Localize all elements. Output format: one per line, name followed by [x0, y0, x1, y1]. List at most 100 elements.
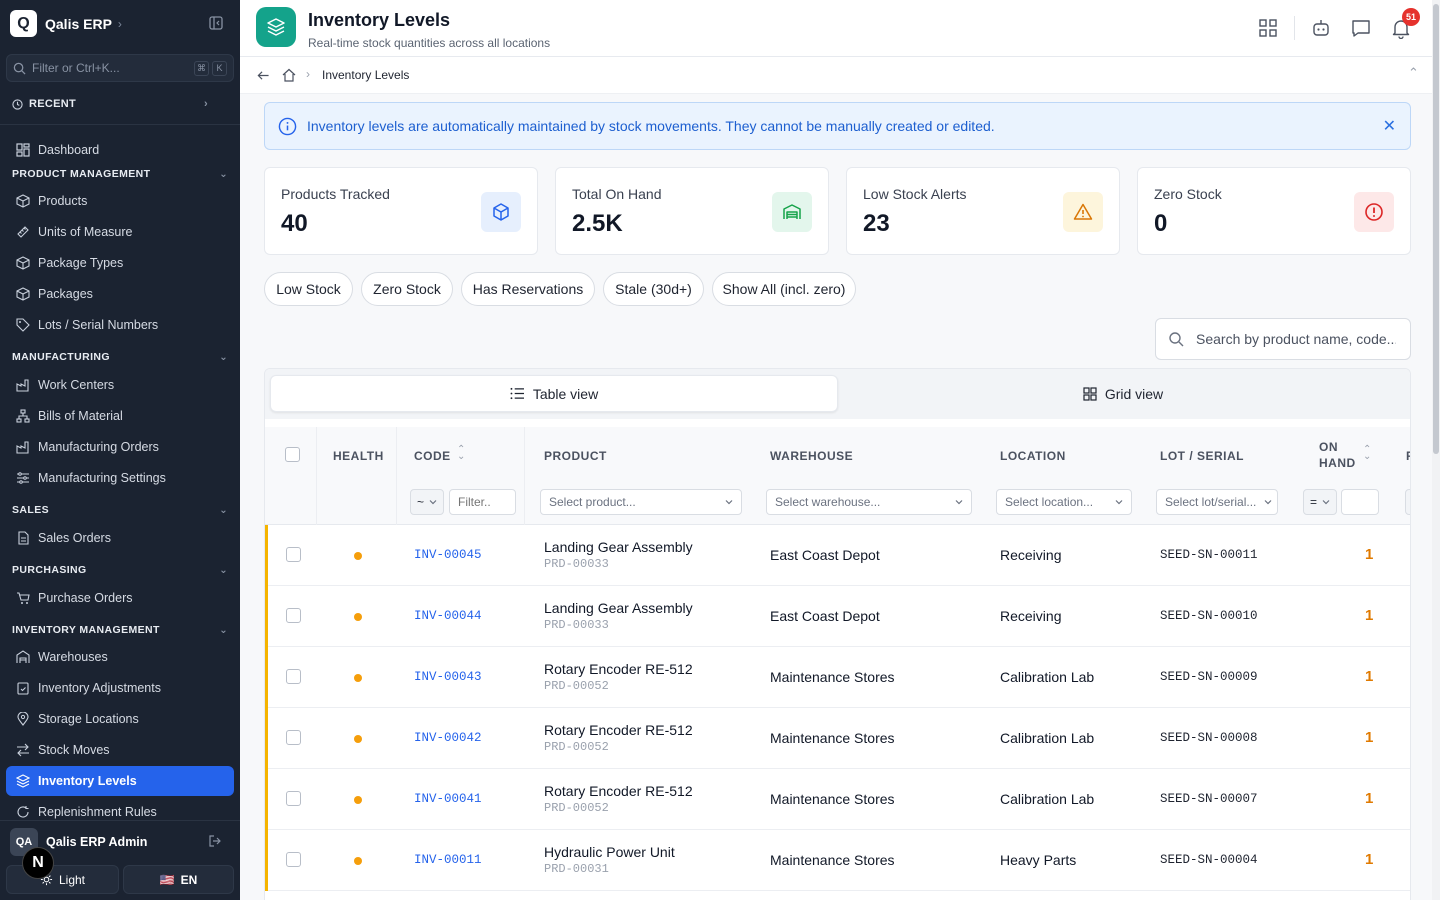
sidebar-item-storage-locations[interactable]: Storage Locations	[6, 704, 234, 734]
table-row[interactable]: INV-00044 Landing Gear Assembly PRD-0003…	[265, 586, 1410, 647]
row-status-bar	[265, 586, 268, 647]
language-label: EN	[180, 872, 198, 887]
product-filter-select[interactable]: Select product...	[540, 489, 742, 515]
sidebar-item-units-of-measure[interactable]: Units of Measure	[6, 217, 234, 247]
sidebar-item-products[interactable]: Products	[6, 186, 234, 216]
filter-low-stock[interactable]: Low Stock	[264, 272, 353, 306]
qty-filter-input[interactable]	[1341, 489, 1379, 515]
column-code[interactable]: CODE	[414, 449, 451, 463]
table-row[interactable]: INV-00042 Rotary Encoder RE-512 PRD-0005…	[265, 708, 1410, 769]
warehouse-cell: Maintenance Stores	[770, 852, 895, 868]
row-checkbox[interactable]	[286, 608, 301, 623]
page-scrollbar[interactable]	[1432, 0, 1440, 900]
brand-logo: Q	[10, 10, 37, 37]
sidebar-item-inventory-adjustments[interactable]: Inventory Adjustments	[6, 673, 234, 703]
row-checkbox[interactable]	[286, 669, 301, 684]
column-on-hand-line2[interactable]: HAND	[1319, 456, 1356, 470]
lot-filter-select[interactable]: Select lot/serial...	[1156, 489, 1278, 515]
sidebar-search-input[interactable]: Filter or Ctrl+K... ⌘ K	[6, 54, 234, 82]
code-filter-operator[interactable]: ~	[410, 489, 444, 515]
back-arrow-icon[interactable]	[256, 69, 270, 82]
chat-icon[interactable]	[1350, 17, 1372, 39]
chevron-up-icon[interactable]: ⌃	[1408, 65, 1419, 81]
close-icon[interactable]: ✕	[1383, 116, 1396, 136]
sidebar-item-inventory-levels[interactable]: Inventory Levels	[6, 766, 234, 796]
chevron-down-icon	[1264, 500, 1272, 505]
section-sales[interactable]: SALES ⌄	[12, 504, 228, 516]
sidebar-item-dashboard[interactable]: Dashboard	[6, 135, 234, 165]
section-inventory-management[interactable]: INVENTORY MANAGEMENT ⌄	[12, 624, 228, 636]
code-filter-input[interactable]	[449, 489, 516, 515]
row-status-bar	[265, 647, 268, 708]
next-filter-operator[interactable]	[1405, 489, 1410, 515]
tab-grid-view[interactable]: Grid view	[839, 375, 1407, 412]
sort-icon[interactable]: ⌃ ⌄	[457, 445, 466, 462]
row-checkbox[interactable]	[286, 547, 301, 562]
bot-icon[interactable]	[1310, 17, 1332, 39]
row-code-link[interactable]: INV-00044	[414, 609, 482, 623]
sidebar-item-lots-serial[interactable]: Lots / Serial Numbers	[6, 310, 234, 340]
brand[interactable]: Q Qalis ERP ›	[10, 10, 122, 37]
row-code-link[interactable]: INV-00041	[414, 792, 482, 806]
sidebar-item-label: Purchase Orders	[38, 591, 133, 605]
row-code-link[interactable]: INV-00045	[414, 548, 482, 562]
filter-has-reservations[interactable]: Has Reservations	[461, 272, 595, 306]
row-checkbox[interactable]	[286, 730, 301, 745]
sidebar-item-label: Packages	[38, 287, 93, 301]
table-row[interactable]: INV-00041 Rotary Encoder RE-512 PRD-0005…	[265, 769, 1410, 830]
table-row[interactable]: INV-00045 Landing Gear Assembly PRD-0003…	[265, 525, 1410, 586]
row-checkbox[interactable]	[286, 852, 301, 867]
apps-grid-icon[interactable]	[1257, 17, 1279, 39]
table-row[interactable]: INV-00043 Rotary Encoder RE-512 PRD-0005…	[265, 647, 1410, 708]
select-placeholder: Select location...	[1005, 495, 1094, 509]
search-input[interactable]	[1196, 331, 1396, 347]
location-filter-select[interactable]: Select location...	[996, 489, 1132, 515]
sidebar-item-purchase-orders[interactable]: Purchase Orders	[6, 583, 234, 613]
section-purchasing[interactable]: PURCHASING ⌄	[12, 564, 228, 576]
section-product-management[interactable]: PRODUCT MANAGEMENT ⌄	[12, 168, 228, 180]
sidebar-item-warehouses[interactable]: Warehouses	[6, 642, 234, 672]
sidebar-item-manufacturing-settings[interactable]: Manufacturing Settings	[6, 463, 234, 493]
stat-label: Products Tracked	[281, 186, 390, 202]
scrollbar-thumb[interactable]	[1433, 4, 1439, 454]
lot-serial-cell: SEED-SN-00011	[1160, 548, 1258, 562]
language-select[interactable]: 🇺🇸 EN	[123, 865, 234, 894]
recent-label: RECENT	[29, 98, 77, 110]
sidebar-collapse-icon[interactable]	[208, 15, 224, 31]
filter-show-all[interactable]: Show All (incl. zero)	[712, 272, 856, 306]
row-code-link[interactable]: INV-00043	[414, 670, 482, 684]
warning-icon	[1063, 192, 1103, 232]
section-manufacturing[interactable]: MANUFACTURING ⌄	[12, 351, 228, 363]
section-label: SALES	[12, 504, 50, 516]
row-status-bar	[265, 830, 268, 891]
column-divider	[524, 427, 525, 525]
table-search[interactable]	[1155, 318, 1411, 360]
tab-table-view[interactable]: Table view	[270, 375, 838, 412]
filter-stale[interactable]: Stale (30d+)	[603, 272, 704, 306]
sidebar-item-packages[interactable]: Packages	[6, 279, 234, 309]
home-icon[interactable]	[282, 68, 296, 82]
sidebar-item-package-types[interactable]: Package Types	[6, 248, 234, 278]
select-all-checkbox[interactable]	[285, 447, 300, 462]
sidebar-item-sales-orders[interactable]: Sales Orders	[6, 523, 234, 553]
sort-icon[interactable]: ⌃ ⌄	[1363, 445, 1372, 462]
logout-icon[interactable]	[208, 834, 222, 848]
row-code-link[interactable]: INV-00042	[414, 731, 482, 745]
product-code: PRD-00031	[544, 862, 609, 876]
next-dev-badge[interactable]: N	[22, 847, 54, 879]
row-code-link[interactable]: INV-00011	[414, 853, 482, 867]
recent-toggle[interactable]: RECENT ›	[12, 98, 208, 110]
tab-label: Table view	[532, 385, 599, 402]
sidebar-item-work-centers[interactable]: Work Centers	[6, 370, 234, 400]
filter-zero-stock[interactable]: Zero Stock	[361, 272, 453, 306]
warehouse-filter-select[interactable]: Select warehouse...	[766, 489, 972, 515]
sidebar-item-bills-of-material[interactable]: Bills of Material	[6, 401, 234, 431]
qty-filter-operator[interactable]: =	[1303, 489, 1337, 515]
page-title: Inventory Levels	[308, 10, 451, 30]
warehouse-icon	[772, 192, 812, 232]
column-on-hand-line1[interactable]: ON	[1319, 440, 1338, 454]
row-checkbox[interactable]	[286, 791, 301, 806]
table-row[interactable]: INV-00011 Hydraulic Power Unit PRD-00031…	[265, 830, 1410, 891]
sidebar-item-stock-moves[interactable]: Stock Moves	[6, 735, 234, 765]
sidebar-item-manufacturing-orders[interactable]: Manufacturing Orders	[6, 432, 234, 462]
